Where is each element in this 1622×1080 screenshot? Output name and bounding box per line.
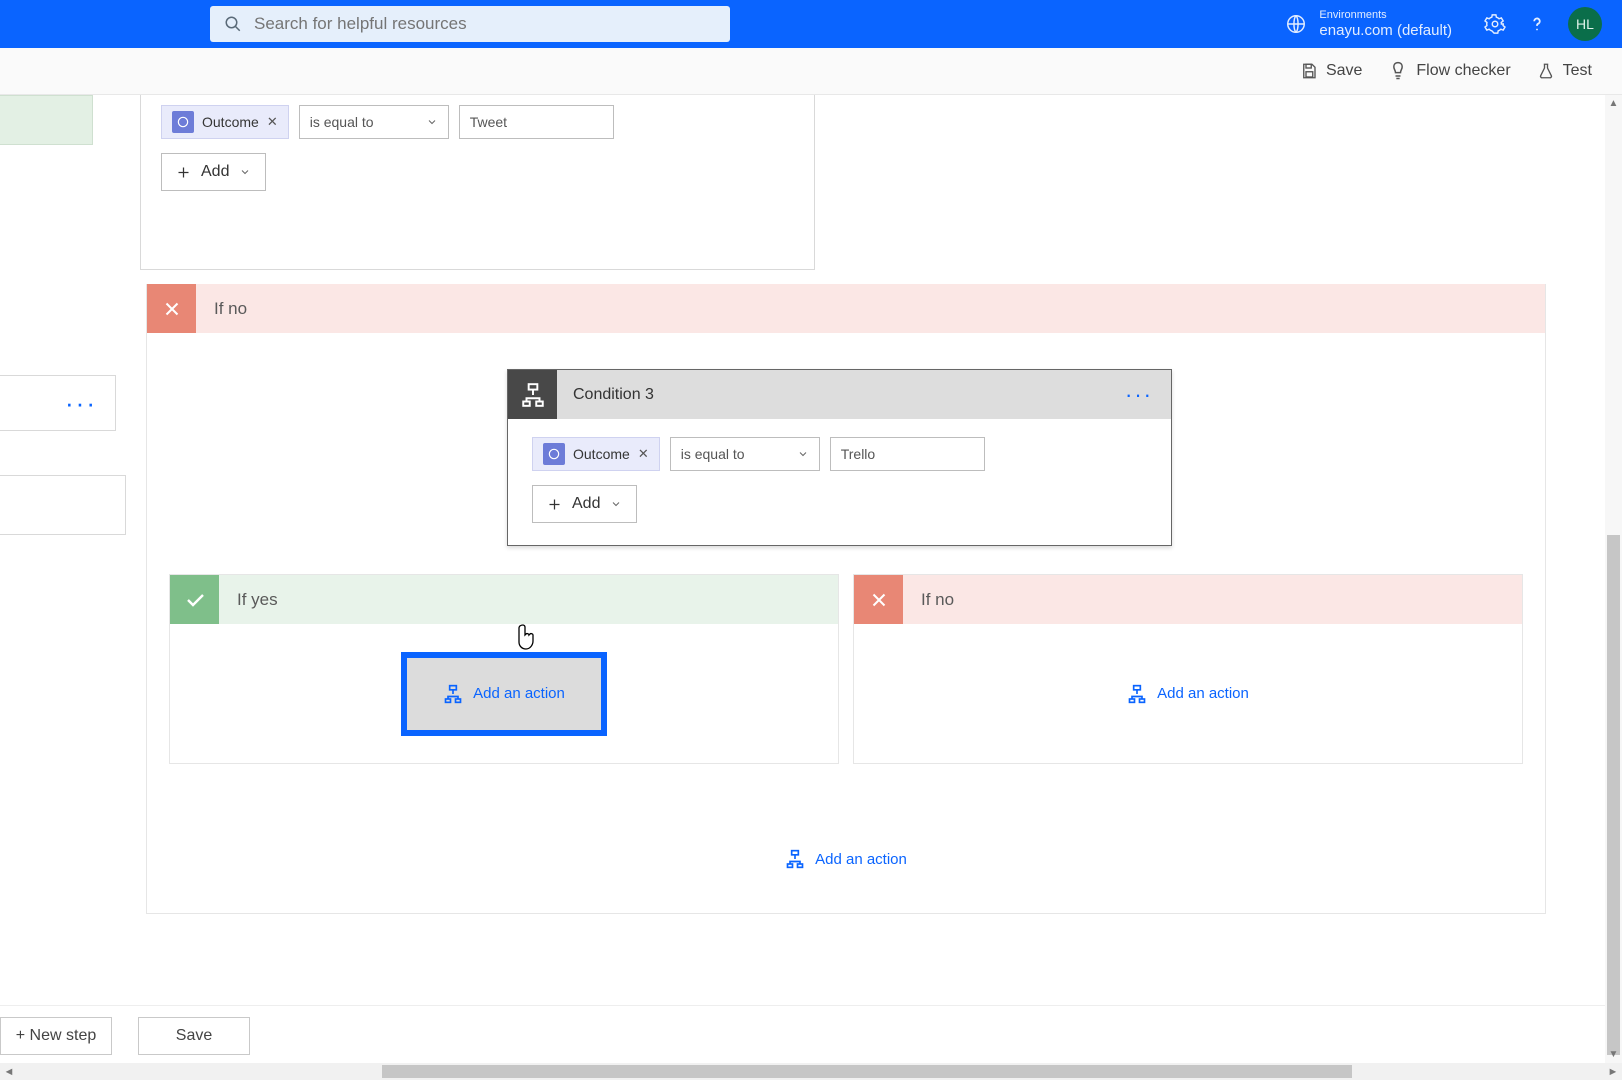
add-action-button-highlighted[interactable]: Add an action bbox=[401, 652, 607, 736]
x-icon bbox=[147, 284, 196, 333]
chevron-down-icon bbox=[610, 498, 622, 510]
designer-bottom-bar: + New step Save bbox=[0, 1005, 1622, 1065]
chip-label: Outcome bbox=[573, 446, 630, 462]
add-action-icon bbox=[443, 684, 463, 704]
card-menu-button[interactable]: ··· bbox=[1125, 382, 1153, 408]
value-input[interactable]: Trello bbox=[830, 437, 985, 471]
chip-remove-icon[interactable]: ✕ bbox=[638, 446, 649, 462]
add-action-label: Add an action bbox=[1157, 685, 1249, 702]
chevron-down-icon bbox=[426, 116, 438, 128]
scroll-left-arrow[interactable]: ◄ bbox=[0, 1063, 18, 1080]
vertical-scrollbar[interactable]: ▲ ▼ bbox=[1605, 95, 1622, 1063]
new-step-label: + New step bbox=[16, 1027, 96, 1045]
scroll-down-arrow[interactable]: ▼ bbox=[1605, 1046, 1622, 1063]
flow-checker-label: Flow checker bbox=[1416, 62, 1510, 80]
chevron-down-icon bbox=[239, 166, 251, 178]
condition-3-header[interactable]: Condition 3 ··· bbox=[508, 370, 1171, 419]
add-action-icon bbox=[1127, 684, 1147, 704]
chip-remove-icon[interactable]: ✕ bbox=[267, 114, 278, 130]
new-step-button[interactable]: + New step bbox=[0, 1017, 112, 1055]
chevron-down-icon bbox=[797, 448, 809, 460]
add-action-button[interactable]: Add an action bbox=[1127, 684, 1249, 704]
bottom-save-button[interactable]: Save bbox=[138, 1017, 250, 1055]
flow-checker-command[interactable]: Flow checker bbox=[1388, 61, 1510, 81]
add-action-label: Add an action bbox=[815, 851, 907, 868]
environment-value: enayu.com (default) bbox=[1319, 22, 1452, 39]
user-avatar[interactable]: HL bbox=[1568, 7, 1602, 41]
designer-canvas[interactable]: Outcome ✕ is equal to Tweet Add ··· bbox=[0, 95, 1622, 1080]
save-command[interactable]: Save bbox=[1300, 62, 1362, 80]
operator-value: is equal to bbox=[681, 446, 745, 462]
add-action-label: Add an action bbox=[473, 685, 565, 702]
expression-chip-outcome[interactable]: Outcome ✕ bbox=[532, 437, 660, 471]
bottom-save-label: Save bbox=[176, 1027, 212, 1045]
x-icon bbox=[854, 575, 903, 624]
environment-label: Environments bbox=[1319, 9, 1452, 22]
search-input[interactable] bbox=[254, 14, 716, 34]
scroll-thumb[interactable] bbox=[382, 1065, 1352, 1078]
environment-icon bbox=[1285, 13, 1307, 35]
scroll-right-arrow[interactable]: ► bbox=[1604, 1063, 1622, 1080]
add-label: Add bbox=[201, 163, 229, 181]
value-text: Trello bbox=[841, 446, 876, 462]
scroll-thumb[interactable] bbox=[1607, 535, 1620, 1055]
test-command-label: Test bbox=[1563, 62, 1592, 80]
condition-icon bbox=[508, 370, 557, 419]
avatar-initials: HL bbox=[1576, 16, 1594, 32]
dynamic-content-icon bbox=[172, 111, 194, 133]
expression-chip-outcome[interactable]: Outcome ✕ bbox=[161, 105, 289, 139]
command-bar: Save Flow checker Test bbox=[0, 48, 1622, 95]
condition-3-title: Condition 3 bbox=[573, 386, 654, 404]
operator-value: is equal to bbox=[310, 114, 374, 130]
card-stub bbox=[0, 475, 126, 535]
scroll-up-arrow[interactable]: ▲ bbox=[1605, 95, 1622, 112]
condition-add-button[interactable]: Add bbox=[161, 153, 266, 191]
condition-card-partial: Outcome ✕ is equal to Tweet Add bbox=[140, 95, 815, 270]
search-icon bbox=[224, 15, 242, 33]
branch-header-if-no: If no bbox=[854, 575, 1522, 624]
save-command-label: Save bbox=[1326, 62, 1362, 80]
condition-3-card[interactable]: Condition 3 ··· Outcome ✕ is equa bbox=[507, 369, 1172, 546]
horizontal-scrollbar[interactable]: ◄ ► bbox=[0, 1063, 1622, 1080]
branch-title: If yes bbox=[237, 590, 278, 610]
if-no-branch: If no Condition 3 ··· bbox=[146, 284, 1546, 914]
branch-header-if-no: If no bbox=[147, 284, 1545, 333]
if-yes-stub bbox=[0, 95, 93, 145]
help-icon[interactable] bbox=[1526, 13, 1548, 35]
test-command[interactable]: Test bbox=[1537, 62, 1592, 80]
inner-if-no-branch: If no Add an action bbox=[853, 574, 1523, 764]
plus-icon bbox=[176, 165, 191, 180]
operator-select[interactable]: is equal to bbox=[299, 105, 449, 139]
operator-select[interactable]: is equal to bbox=[670, 437, 820, 471]
branch-title: If no bbox=[214, 299, 247, 319]
environment-picker[interactable]: Environments enayu.com (default) bbox=[1285, 9, 1452, 39]
add-label: Add bbox=[572, 495, 600, 513]
add-action-button[interactable]: Add an action bbox=[785, 849, 907, 869]
plus-icon bbox=[547, 497, 562, 512]
search-box[interactable] bbox=[210, 6, 730, 42]
add-action-icon bbox=[785, 849, 805, 869]
inner-branches: If yes Add an action If no bbox=[169, 574, 1523, 764]
card-menu-dots[interactable]: ··· bbox=[65, 388, 97, 419]
app-top-bar: Environments enayu.com (default) HL bbox=[0, 0, 1622, 48]
value-text: Tweet bbox=[470, 114, 507, 130]
inner-if-yes-branch: If yes Add an action bbox=[169, 574, 839, 764]
condition-3-body: Outcome ✕ is equal to Trello Ad bbox=[508, 419, 1171, 545]
environment-text: Environments enayu.com (default) bbox=[1319, 9, 1452, 39]
chip-label: Outcome bbox=[202, 114, 259, 130]
settings-icon[interactable] bbox=[1484, 13, 1506, 35]
value-input[interactable]: Tweet bbox=[459, 105, 614, 139]
condition-add-button[interactable]: Add bbox=[532, 485, 637, 523]
branch-header-if-yes: If yes bbox=[170, 575, 838, 624]
check-icon bbox=[170, 575, 219, 624]
action-card-stub[interactable]: ··· bbox=[0, 375, 116, 431]
dynamic-content-icon bbox=[543, 443, 565, 465]
branch-title: If no bbox=[921, 590, 954, 610]
